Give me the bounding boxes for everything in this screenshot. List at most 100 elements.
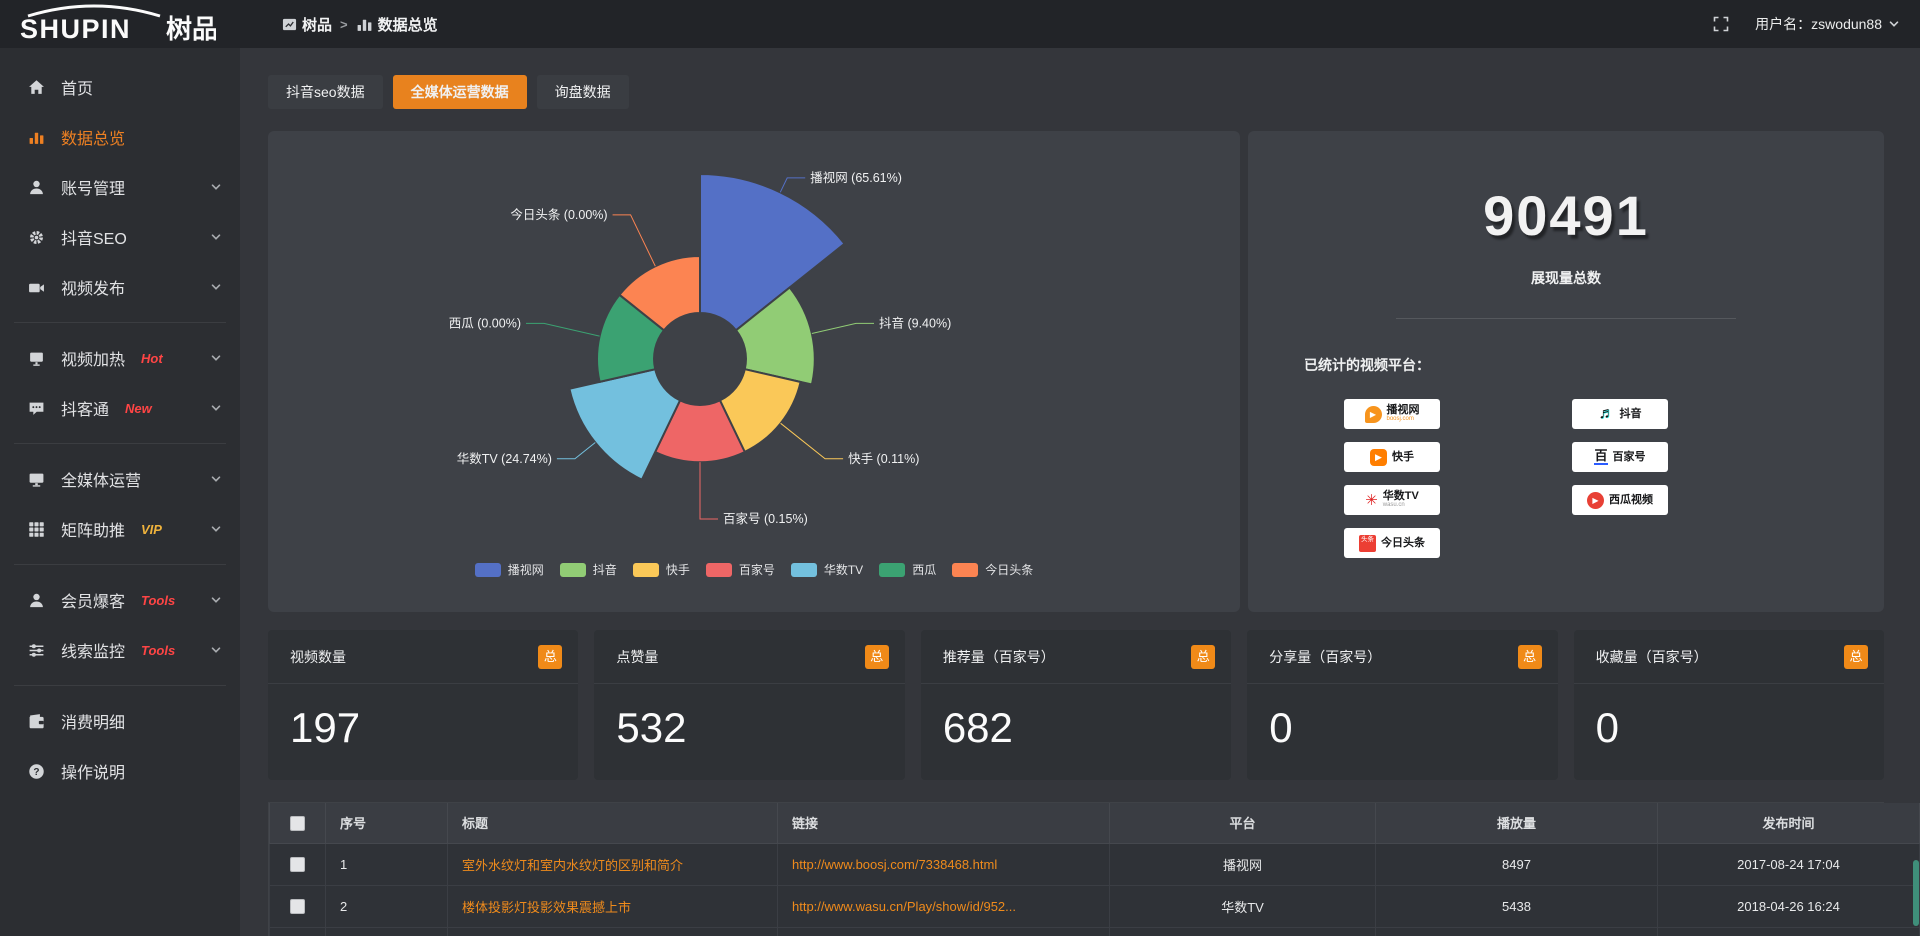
kuaishou-logo: ▶ [1370, 449, 1387, 466]
platform-badge-sub: boosj.com [1387, 416, 1414, 423]
platform-badge-今日头条[interactable]: 头条今日头条 [1344, 528, 1440, 558]
stat-card-total-badge[interactable]: 总 [1518, 645, 1542, 669]
fullscreen-icon[interactable] [1713, 16, 1729, 32]
platform-badge-西瓜视频[interactable]: ▶西瓜视频 [1572, 485, 1668, 515]
tab-抖音seo数据[interactable]: 抖音seo数据 [268, 75, 383, 109]
breadcrumb-label: 数据总览 [378, 14, 438, 35]
sidebar-item-抖客通[interactable]: 抖客通New [0, 383, 240, 433]
cell-link[interactable]: http://www.boosj.com/7338468.html [778, 843, 1110, 885]
tab-全媒体运营数据[interactable]: 全媒体运营数据 [393, 75, 527, 109]
sidebar-item-消费明细[interactable]: 消费明细 [0, 696, 240, 746]
pie-label-西瓜: 西瓜 (0.00%) [449, 316, 521, 330]
row-checkbox[interactable] [290, 857, 305, 872]
sidebar-item-label: 矩阵助推 [61, 517, 125, 541]
tab-询盘数据[interactable]: 询盘数据 [537, 75, 629, 109]
wasu-logo: ✳ [1365, 493, 1378, 508]
stat-card-点赞量: 点赞量总532 [594, 630, 904, 780]
pie-label-line [526, 323, 600, 336]
legend-item-播视网[interactable]: 播视网 [475, 561, 544, 578]
rose-pie-chart[interactable]: 播视网 (65.61%)抖音 (9.40%)快手 (0.11%)百家号 (0.1… [268, 131, 1240, 612]
platform-badge-百家号[interactable]: 百百家号 [1572, 442, 1668, 472]
chevron-down-icon [210, 644, 222, 656]
legend-item-西瓜[interactable]: 西瓜 [879, 561, 936, 578]
sidebar-item-操作说明[interactable]: ?操作说明 [0, 746, 240, 796]
sidebar-item-视频加热[interactable]: 视频加热Hot [0, 333, 240, 383]
platform-badge-播视网[interactable]: ▶播视网boosj.com [1344, 399, 1440, 429]
breadcrumb-item[interactable]: 数据总览 [356, 14, 438, 35]
pie-label-line [700, 462, 718, 519]
table-header-链接: 链接 [778, 803, 1110, 843]
stat-card-total-badge[interactable]: 总 [865, 645, 889, 669]
app-root: SHUPIN 树品 树品>数据总览 用户名：zswodun88 首页数据总览账号… [0, 0, 1920, 936]
gear-icon [26, 229, 46, 246]
topbar-right: 用户名：zswodun88 [1713, 14, 1920, 34]
cell-link[interactable]: http://www.wasu.cn/Play/show/id/952... [778, 885, 1110, 927]
sidebar-item-数据总览[interactable]: 数据总览 [0, 112, 240, 162]
sidebar-item-label: 首页 [61, 75, 93, 99]
chevron-down-icon [1888, 18, 1900, 30]
video-table: 序号标题链接平台播放量发布时间 1室外水纹灯和室内水纹灯的区别和简介http:/… [269, 803, 1920, 936]
legend-label: 快手 [666, 561, 690, 578]
sidebar-divider [14, 564, 226, 565]
sidebar-item-矩阵助推[interactable]: 矩阵助推VIP [0, 504, 240, 554]
sidebar-item-线索监控[interactable]: 线索监控Tools [0, 625, 240, 675]
video-table-wrap: 序号标题链接平台播放量发布时间 1室外水纹灯和室内水纹灯的区别和简介http:/… [268, 802, 1884, 936]
sidebar-item-会员爆客[interactable]: 会员爆客Tools [0, 575, 240, 625]
cell-num: 1 [326, 843, 448, 885]
legend-item-百家号[interactable]: 百家号 [706, 561, 775, 578]
stat-card-total-badge[interactable]: 总 [1191, 645, 1215, 669]
legend-label: 西瓜 [912, 561, 936, 578]
member-icon [26, 592, 46, 609]
cell-title[interactable]: 楼体投影灯投影效果震撼上市 [448, 885, 778, 927]
douyin-logo: ♬ [1599, 406, 1615, 422]
breadcrumb: 树品>数据总览 [282, 14, 438, 35]
pie-label-line [557, 442, 595, 458]
platform-badge-抖音[interactable]: ♬ 抖音 [1572, 399, 1668, 429]
pie-chart-panel: 播视网 (65.61%)抖音 (9.40%)快手 (0.11%)百家号 (0.1… [268, 131, 1240, 612]
summary-panel: 90491 展现量总数 已统计的视频平台： ▶播视网boosj.com▶快手✳华… [1248, 131, 1884, 612]
platform-badge-label: 今日头条 [1381, 538, 1425, 549]
row-checkbox[interactable] [290, 899, 305, 914]
bars-icon [26, 129, 46, 146]
sidebar-item-视频发布[interactable]: 视频发布 [0, 262, 240, 312]
platform-badge-华数TV[interactable]: ✳华数TVwasu.cn [1344, 485, 1440, 515]
platform-badge-label: 西瓜视频 [1609, 495, 1653, 506]
stat-card-value: 0 [1247, 684, 1557, 752]
app-logo[interactable]: SHUPIN 树品 [0, 4, 240, 44]
stat-card-value: 532 [594, 684, 904, 752]
table-header-标题: 标题 [448, 803, 778, 843]
legend-item-今日头条[interactable]: 今日头条 [952, 561, 1033, 578]
pie-label-今日头条: 今日头条 (0.00%) [510, 207, 607, 222]
scrollbar-thumb[interactable] [1913, 860, 1919, 926]
legend-swatch [952, 563, 978, 577]
stat-card-title: 收藏量（百家号） [1596, 647, 1708, 667]
breadcrumb-item[interactable]: 树品 [282, 14, 332, 35]
platform-badge-快手[interactable]: ▶快手 [1344, 442, 1440, 472]
stat-card-value: 0 [1574, 684, 1884, 752]
user-menu[interactable]: 用户名：zswodun88 [1755, 14, 1900, 34]
table-header-平台: 平台 [1110, 803, 1376, 843]
stat-card-视频数量: 视频数量总197 [268, 630, 578, 780]
stat-card-total-badge[interactable]: 总 [538, 645, 562, 669]
legend-item-华数TV[interactable]: 华数TV [791, 561, 863, 578]
chevron-down-icon [210, 523, 222, 535]
sidebar-item-抖音SEO[interactable]: 抖音SEO [0, 212, 240, 262]
legend-label: 百家号 [739, 561, 775, 578]
legend-item-快手[interactable]: 快手 [633, 561, 690, 578]
chart-legend: 播视网 抖音 快手 百家号华数TV 西瓜今日头条 [268, 561, 1240, 578]
sidebar-item-首页[interactable]: 首页 [0, 62, 240, 112]
stat-card-total-badge[interactable]: 总 [1844, 645, 1868, 669]
legend-swatch [475, 563, 501, 577]
pie-slice-华数TV[interactable] [569, 369, 680, 480]
sidebar-item-全媒体运营[interactable]: 全媒体运营 [0, 454, 240, 504]
stat-card-title: 推荐量（百家号） [943, 647, 1055, 667]
platforms-title: 已统计的视频平台： [1304, 355, 1884, 375]
total-impressions-label: 展现量总数 [1248, 268, 1884, 288]
legend-label: 抖音 [593, 561, 617, 578]
sidebar-item-账号管理[interactable]: 账号管理 [0, 162, 240, 212]
cell-title[interactable]: 室外水纹灯和室内水纹灯的区别和简介 [448, 843, 778, 885]
select-all-checkbox[interactable] [290, 816, 305, 831]
platform-badge-label: 抖音 [1620, 409, 1642, 420]
platform-badge-label: 百家号 [1613, 452, 1646, 463]
legend-item-抖音[interactable]: 抖音 [560, 561, 617, 578]
